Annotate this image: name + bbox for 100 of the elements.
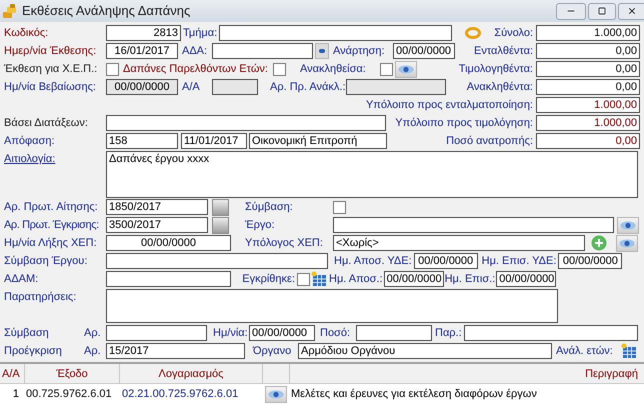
text-field[interactable]: 00/00/0000 [384, 271, 444, 287]
field-label: Εγκρίθηκε: [241, 272, 296, 287]
table-cell-text: Μελέτες και έρευνες για εκτέλεση διαφόρων έργων [290, 386, 538, 402]
amount-field[interactable]: 1.000,00 [536, 25, 640, 41]
total-label: Υπόλοιπο προς τιμολόγηση: [394, 116, 534, 131]
window-title: Εκθέσεις Ανάληψης Δαπάνης [22, 2, 190, 20]
column-header: Έξοδο [25, 364, 120, 383]
text-field[interactable]: <Χωρίς> [333, 235, 585, 251]
text-field[interactable]: 00/00/0000 [249, 325, 315, 341]
view-button[interactable] [315, 43, 329, 59]
field-label: Σύμβαση [4, 326, 50, 341]
amount-field[interactable]: 0,00 [536, 43, 640, 59]
field-label: Ημ. Επισ.: [444, 272, 496, 287]
field-label: Απόφαση: [4, 134, 56, 149]
amount-field[interactable]: 0,00 [536, 133, 640, 149]
text-field[interactable] [356, 325, 432, 341]
eye-icon [619, 238, 635, 248]
checkbox[interactable] [106, 62, 119, 76]
text-field[interactable] [219, 25, 452, 41]
field-label: Προέγκριση [4, 344, 63, 359]
field-label: Ημ/νία Λήξης ΧΕΠ: [4, 236, 98, 251]
text-area[interactable] [106, 289, 558, 323]
field-label: Ημ. Επισ. ΥΔΕ: [482, 254, 558, 269]
text-field[interactable]: 00/00/0000 [558, 253, 622, 269]
total-label: Ποσό ανατροπής: [445, 134, 534, 149]
table-cell-text: 1 [12, 386, 20, 402]
field-label: Ημ/νία Βεβαίωσης: [4, 80, 97, 95]
field-label: Παρ.: [435, 326, 463, 341]
text-field[interactable] [333, 217, 614, 233]
table-cell-text: 02.21.00.725.9762.6.01 [121, 386, 240, 402]
checkbox[interactable] [273, 62, 286, 76]
text-field[interactable] [464, 325, 638, 341]
total-label: Υπόλοιπο προς ενταλματοποίηση: [364, 98, 534, 113]
text-field[interactable]: 158 [106, 133, 178, 149]
text-area[interactable]: Δαπάνες έργου xxxx [106, 151, 638, 198]
column-header: Α/Α [0, 364, 25, 383]
text-field[interactable]: 00/00/0000 [496, 271, 556, 287]
field-label: Αρ. Πρ. Ανάκλ.: [270, 80, 346, 95]
view-button[interactable] [395, 60, 417, 78]
field-label: Ανακληθείσα: [300, 62, 367, 77]
text-field[interactable] [212, 43, 313, 59]
text-field[interactable] [106, 253, 328, 269]
field-label: Αρ. [84, 344, 102, 359]
field-label: Ανάλ. ετών: [556, 344, 614, 359]
text-field[interactable]: 00/00/0000 [106, 235, 231, 251]
checkbox[interactable] [297, 272, 310, 286]
checkbox[interactable] [333, 200, 346, 214]
field-label: Τμήμα: [182, 26, 218, 41]
amount-field[interactable]: 0,00 [536, 61, 640, 77]
field-label: Κωδικός: [4, 26, 50, 41]
eye-icon [620, 220, 636, 230]
field-label: Ανάρτηση: [333, 44, 386, 59]
close-icon [626, 6, 636, 16]
text-field[interactable]: 3500/2017 [106, 217, 208, 233]
field-label: Σύμβαση: [245, 200, 294, 215]
text-field[interactable]: 11/01/2017 [181, 133, 247, 149]
field-label: Αρ. Πρωτ. Έγκρισης: [4, 218, 100, 233]
maximize-button[interactable] [588, 2, 616, 20]
text-field[interactable] [346, 79, 446, 95]
table-icon[interactable] [621, 343, 637, 359]
text-field[interactable] [106, 271, 231, 287]
text-field[interactable]: Οικονομική Επιτροπή [249, 133, 387, 149]
field-label: Αρ. [84, 326, 102, 341]
field-label: Δαπάνες Παρελθόντων Ετών: [123, 62, 269, 77]
field-label: Ημ. Αποσ. ΥΔΕ: [334, 254, 413, 269]
column-header: Λογαριασμός [120, 364, 263, 383]
text-field[interactable]: 15/2017 [106, 343, 245, 359]
checkbox[interactable] [380, 62, 393, 76]
lookup-button[interactable] [212, 198, 229, 216]
text-field[interactable] [106, 325, 207, 341]
text-field[interactable]: 00/00/0000 [393, 43, 455, 59]
coins-icon [2, 3, 18, 19]
lookup-button[interactable] [212, 216, 229, 234]
view-button[interactable] [617, 216, 639, 234]
field-label: Έκθεση για Χ.Ε.Π.: [4, 62, 98, 77]
field-label: Ημ/νία: [213, 326, 249, 341]
field-label: Ημερ/νία Έκθεσης: [4, 44, 98, 59]
close-button[interactable] [618, 2, 644, 20]
view-button[interactable] [265, 386, 287, 402]
text-field[interactable]: 16/01/2017 [106, 43, 178, 59]
field-label: Σύμβαση Έργου: [4, 254, 88, 269]
text-field[interactable]: 00/00/0000 [106, 79, 178, 95]
column-header: Περιγραφή [584, 367, 639, 382]
table-icon[interactable] [311, 271, 327, 287]
field-label: Βάσει Διατάξεων: [4, 116, 89, 131]
amount-field[interactable]: 1.000,00 [536, 97, 640, 113]
text-field[interactable]: 00/00/0000 [414, 253, 478, 269]
field-label: Αιτιολογία: [4, 152, 56, 167]
field-label: Α/Α [182, 80, 201, 95]
eye-icon [268, 390, 284, 398]
text-field[interactable]: 2813 [106, 25, 181, 41]
amount-field[interactable]: 1.000,00 [536, 115, 640, 131]
text-field[interactable]: 1850/2017 [106, 199, 208, 215]
text-field[interactable] [212, 79, 258, 95]
view-button[interactable] [616, 234, 638, 252]
text-field[interactable] [106, 115, 386, 131]
text-field[interactable]: Αρμόδιου Οργάνου [298, 343, 552, 359]
maximize-icon [598, 7, 606, 15]
amount-field[interactable]: 0,00 [536, 79, 640, 95]
field-label: Ποσό: [320, 326, 352, 341]
